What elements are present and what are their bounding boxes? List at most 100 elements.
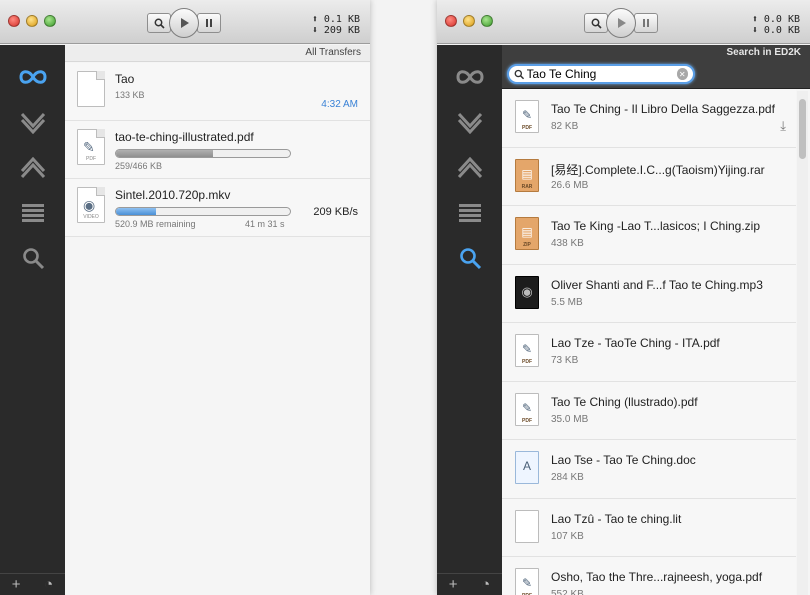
transfer-row[interactable]: ◉ VIDEO Sintel.2010.720p.mkv 520.9 MB re… <box>65 179 370 237</box>
search-icon <box>514 69 525 79</box>
result-size: 73 KB <box>551 355 579 366</box>
transfer-row[interactable]: ✎ PDF tao-te-ching-illustrated.pdf 259/4… <box>65 121 370 179</box>
speed-readout: ⬆ 0.1 KB ⬇ 209 KB <box>312 14 360 36</box>
download-arrow-icon: ⬇ <box>311 25 318 36</box>
progress-fill <box>116 208 157 215</box>
file-kind: VIDEO <box>83 214 99 220</box>
result-name: Osho, Tao the Thre...rajneesh, yoga.pdf <box>551 570 763 584</box>
search-result-row[interactable]: ▤ RAR [易经].Complete.I.C...g(Taoism)Yijing.… <box>502 147 796 206</box>
progress-bar <box>115 149 291 158</box>
close-window-button[interactable] <box>8 15 20 27</box>
transfer-name: Sintel.2010.720p.mkv <box>115 188 231 202</box>
pdf-file-icon: ✎PDF <box>515 100 539 133</box>
resume-all-button[interactable] <box>606 8 636 38</box>
search-result-row[interactable]: ✎ PDF Tao Te Ching (llustrado).pdf 35.0 MB <box>502 381 796 440</box>
minimize-window-button[interactable] <box>26 15 38 27</box>
add-icon[interactable]: + <box>12 576 21 593</box>
search-result-row[interactable]: ✎ PDF Lao Tze - TaoTe Ching - ITA.pdf 73 KB <box>502 323 796 382</box>
sidebar-footer: + ◔ <box>437 573 502 595</box>
film-glyph-icon: ◉ <box>83 197 96 213</box>
result-size: 552 KB <box>551 589 584 595</box>
minimize-window-button[interactable] <box>463 15 475 27</box>
chevron-down-icon <box>457 112 482 134</box>
window-controls <box>8 15 56 27</box>
clear-search-icon[interactable]: ✕ <box>676 68 688 80</box>
sidebar-item-search[interactable] <box>0 243 65 273</box>
result-size: 26.6 MB <box>551 179 589 191</box>
sidebar-item-all[interactable] <box>0 62 65 92</box>
search-toggle-button[interactable] <box>584 13 608 33</box>
add-icon[interactable]: + <box>449 576 458 593</box>
upload-arrow-icon: ⬆ <box>311 14 318 25</box>
scrollbar-thumb[interactable] <box>799 99 806 159</box>
result-name: [易经].Complete.I.C...g(Taoism)Yijing.rar <box>551 162 765 177</box>
sidebar-item-search[interactable] <box>437 243 502 273</box>
transfer-size: 133 KB <box>115 90 145 100</box>
sidebar-item-uploads[interactable] <box>437 153 502 183</box>
pause-icon <box>206 19 212 27</box>
upload-speed: 0.0 KB <box>763 14 800 25</box>
transfer-name: Tao <box>115 72 135 86</box>
speedometer-icon[interactable]: ◔ <box>481 576 490 593</box>
result-size: 82 KB <box>551 121 579 132</box>
search-result-row[interactable]: ◉ Oliver Shanti and F...f Tao te Ching.mp… <box>502 264 796 323</box>
search-result-row[interactable]: A Lao Tse - Tao Te Ching.doc 284 KB <box>502 440 796 499</box>
download-icon[interactable]: ⤓ <box>780 118 786 134</box>
result-size: 35.0 MB <box>551 413 589 425</box>
search-result-row[interactable]: ▤ ZIP Tao Te King -Lao T...lasicos; I Chin… <box>502 206 796 265</box>
sidebar: + ◔ <box>437 45 502 595</box>
speed-readout: ⬆ 0.0 KB ⬇ 0.0 KB <box>752 14 800 36</box>
search-icon <box>459 248 481 270</box>
search-result-row[interactable]: Lao Tzû - Tao te ching.lit 107 KB <box>502 498 796 557</box>
speedometer-icon[interactable]: ◔ <box>44 576 53 593</box>
resume-all-button[interactable] <box>169 8 199 38</box>
zoom-window-button[interactable] <box>481 15 493 27</box>
transfer-remaining: 520.9 MB remaining <box>115 219 196 229</box>
pause-all-button[interactable] <box>197 13 221 33</box>
download-arrow-icon: ⬇ <box>751 25 758 36</box>
sidebar-item-library[interactable] <box>0 198 65 228</box>
result-name: Tao Te King -Lao T...lasicos; I Ching.zi… <box>551 219 761 233</box>
transfer-list: Tao 133 KB 4:32 AM ✎ PDF tao-te-ching-il… <box>65 63 370 595</box>
file-kind: PDF <box>86 156 96 162</box>
scrollbar[interactable] <box>797 91 808 595</box>
chevron-up-icon <box>457 157 482 179</box>
sidebar-item-downloads[interactable] <box>437 108 502 138</box>
file-kind: PDF <box>522 359 532 365</box>
file-kind: PDF <box>522 417 532 424</box>
result-size: 5.5 MB <box>551 296 583 308</box>
close-window-button[interactable] <box>445 15 457 27</box>
search-field[interactable]: ✕ <box>507 64 695 84</box>
search-result-row[interactable]: ✎PDF Osho, Tao the Thre...rajneesh, yoga.… <box>502 557 796 595</box>
download-speed: 0.0 KB <box>763 25 800 36</box>
progress-bar <box>115 207 291 216</box>
titlebar: ⬆ 0.0 KB ⬇ 0.0 KB <box>437 0 810 44</box>
transfers-window: ⬆ 0.1 KB ⬇ 209 KB + ◔ All Transfers Tao 13… <box>0 0 370 595</box>
pdf-file-icon: ✎PDF <box>515 568 539 595</box>
sidebar-item-all[interactable] <box>437 62 502 92</box>
result-name: Lao Tze - TaoTe Ching - ITA.pdf <box>551 336 720 350</box>
sidebar-item-library[interactable] <box>437 198 502 228</box>
download-speed: 209 KB <box>323 25 360 36</box>
progress-fill <box>116 150 214 157</box>
list-icon <box>21 204 44 222</box>
document-icon <box>77 71 105 107</box>
sidebar-item-uploads[interactable] <box>0 153 65 183</box>
chevron-up-icon <box>20 157 45 179</box>
file-glyph-icon: ◉ <box>521 283 533 299</box>
result-size: 107 KB <box>551 530 584 542</box>
file-glyph-icon: ▤ <box>521 166 533 181</box>
zoom-window-button[interactable] <box>44 15 56 27</box>
infinity-icon <box>18 70 47 84</box>
sidebar: + ◔ <box>0 45 65 595</box>
transfer-row[interactable]: Tao 133 KB 4:32 AM <box>65 63 370 121</box>
search-input[interactable] <box>526 67 677 81</box>
magnifier-icon <box>591 18 602 29</box>
pause-all-button[interactable] <box>634 13 658 33</box>
sidebar-item-downloads[interactable] <box>0 108 65 138</box>
result-name: Lao Tzû - Tao te ching.lit <box>551 511 682 526</box>
search-toggle-button[interactable] <box>147 13 171 33</box>
file-glyph-icon: ✎ <box>521 400 533 415</box>
search-result-row[interactable]: ✎ PDF Tao Te Ching - Il Libro Della Saggez… <box>502 89 796 148</box>
result-size: 438 KB <box>551 238 584 249</box>
